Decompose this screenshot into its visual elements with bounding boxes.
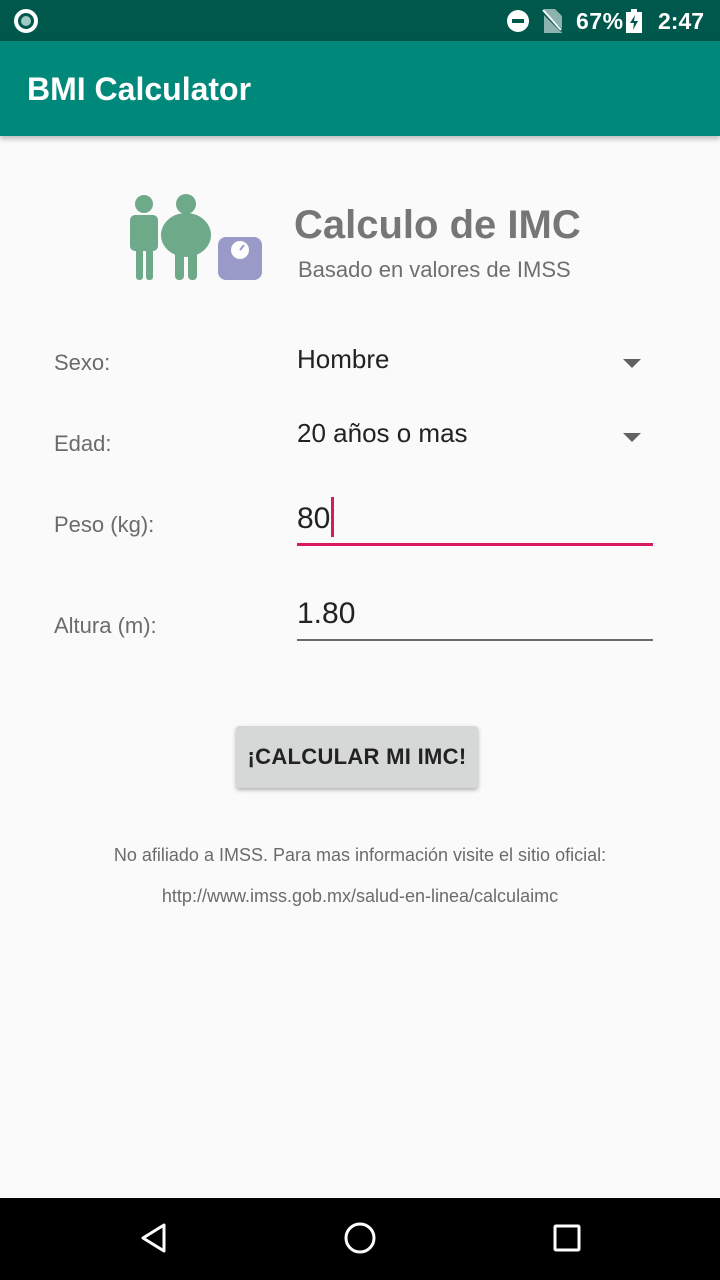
recents-icon[interactable] — [547, 1218, 587, 1258]
weight-input[interactable]: 80 — [297, 497, 653, 546]
age-label: Edad: — [54, 431, 112, 456]
notification-dot-icon — [14, 9, 38, 33]
back-icon[interactable] — [134, 1218, 174, 1258]
battery-percentage: 67% — [576, 8, 624, 34]
dropdown-arrow-icon — [623, 433, 641, 442]
sex-label: Sexo: — [54, 350, 111, 375]
age-dropdown-value: 20 años o mas — [297, 418, 468, 448]
weight-input-value: 80 — [297, 497, 335, 538]
clock: 2:47 — [658, 8, 705, 34]
no-sim-icon — [542, 9, 562, 33]
home-icon[interactable] — [340, 1218, 380, 1258]
page-subtitle: Basado en valores de IMSS — [298, 257, 571, 282]
calculate-button[interactable]: ¡CALCULAR MI IMC! — [236, 726, 478, 788]
page-title: Calculo de IMC — [294, 203, 581, 247]
age-dropdown[interactable]: 20 años o mas — [297, 418, 653, 464]
sex-dropdown-value: Hombre — [297, 344, 390, 374]
people-scale-icon — [130, 194, 262, 280]
app-title: BMI Calculator — [27, 71, 252, 107]
sex-dropdown[interactable]: Hombre — [297, 344, 653, 390]
weight-input-underline — [297, 543, 653, 546]
navigation-bar — [0, 1198, 720, 1280]
height-input[interactable]: 1.80 — [297, 593, 653, 641]
height-input-underline — [297, 639, 653, 641]
height-input-value: 1.80 — [297, 597, 356, 630]
text-cursor — [331, 497, 335, 538]
battery-charging-icon — [626, 9, 642, 33]
height-label: Altura (m): — [54, 613, 157, 638]
imss-link[interactable]: http://www.imss.gob.mx/salud-en-linea/ca… — [0, 886, 720, 907]
dropdown-arrow-icon — [623, 359, 641, 368]
do-not-disturb-icon — [507, 10, 529, 32]
app-bar: BMI Calculator — [0, 41, 720, 136]
disclaimer-text: No afiliado a IMSS. Para mas información… — [113, 845, 607, 865]
status-bar: 67% 2:47 — [0, 0, 720, 41]
weight-label: Peso (kg): — [54, 512, 155, 537]
